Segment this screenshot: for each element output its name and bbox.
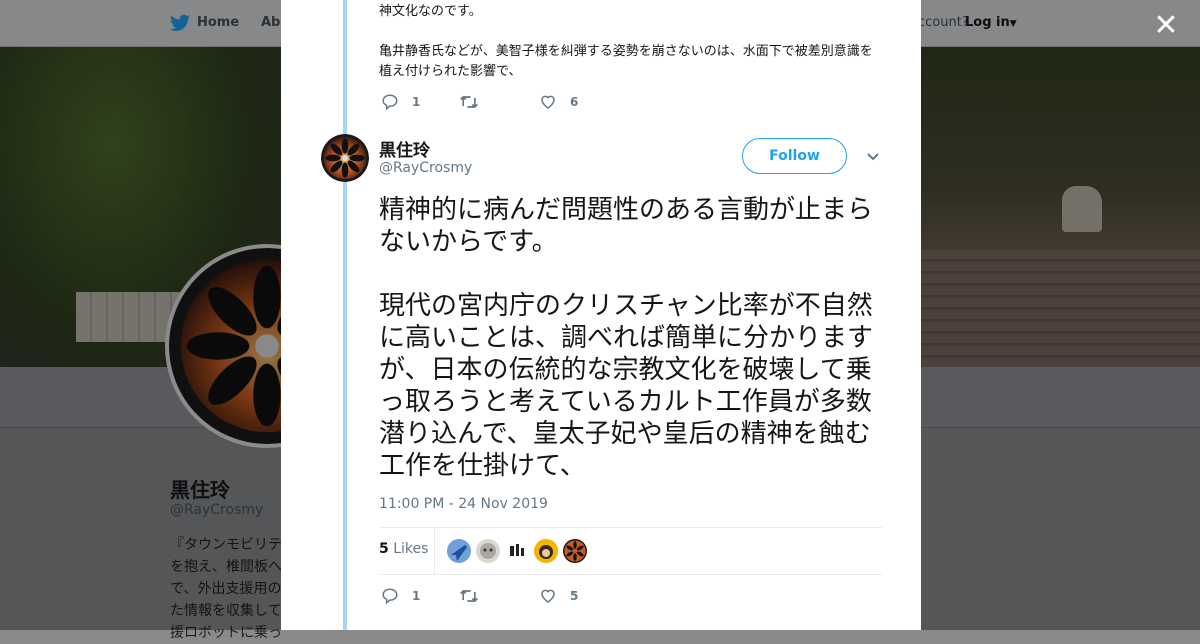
tweet-modal: 神文化なのです。 亀井静香氏などが、美智子様を糾弾する姿勢を崩さないのは、水面下…: [281, 0, 921, 630]
close-icon[interactable]: ✕: [1152, 11, 1180, 41]
divider: [379, 527, 882, 528]
mon-crest-icon: [321, 134, 369, 182]
liker-avatar[interactable]: [447, 539, 471, 563]
chevron-down-icon[interactable]: [865, 149, 881, 165]
likes-summary[interactable]: 5 Likes: [379, 541, 428, 557]
follow-button[interactable]: Follow: [742, 138, 847, 174]
likes-number: 5: [379, 541, 389, 557]
heart-icon: [541, 589, 555, 603]
tweet-text: 精神的に病んだ問題性のある言動が止まらないからです。 現代の宮内庁のクリスチャン…: [379, 195, 874, 481]
reply-button[interactable]: 1: [381, 92, 420, 112]
divider: [434, 528, 435, 574]
liker-avatar[interactable]: [476, 539, 500, 563]
retweet-icon: [460, 589, 478, 603]
author-avatar[interactable]: [321, 134, 369, 182]
liker-avatar[interactable]: [505, 539, 529, 563]
previous-tweet-text: 神文化なのです。 亀井静香氏などが、美智子様を糾弾する姿勢を崩さないのは、水面下…: [379, 4, 873, 79]
reply-count: 1: [412, 95, 421, 109]
like-button[interactable]: 6: [539, 92, 578, 112]
tweet-actions: 1 5: [381, 586, 581, 606]
likes-word: Likes: [393, 541, 429, 557]
like-button[interactable]: 5: [539, 586, 578, 606]
face-avatar-icon: [480, 543, 496, 559]
airplane-avatar-icon: [451, 545, 467, 561]
reply-icon: [382, 588, 398, 605]
retweet-icon: [460, 95, 478, 109]
mon-crest-icon: [564, 540, 586, 562]
retweet-button[interactable]: [459, 586, 492, 606]
liker-avatar[interactable]: [563, 539, 587, 563]
like-count: 5: [570, 589, 579, 603]
character-avatar-icon: [539, 545, 553, 559]
previous-tweet-actions: 1 6: [381, 92, 581, 112]
reply-count: 1: [412, 589, 421, 603]
liker-avatar[interactable]: [534, 539, 558, 563]
reply-button[interactable]: 1: [381, 586, 420, 606]
tweet-timestamp[interactable]: 11:00 PM - 24 Nov 2019: [379, 496, 548, 512]
logo-avatar-icon: [510, 544, 524, 556]
author-name[interactable]: 黒住玲: [379, 136, 430, 161]
like-count: 6: [570, 95, 579, 109]
heart-icon: [541, 95, 555, 109]
author-handle[interactable]: @RayCrosmy: [379, 160, 472, 176]
retweet-button[interactable]: [459, 92, 492, 112]
divider: [379, 574, 882, 575]
thread-connector-line: [343, 0, 347, 630]
reply-icon: [382, 94, 398, 111]
